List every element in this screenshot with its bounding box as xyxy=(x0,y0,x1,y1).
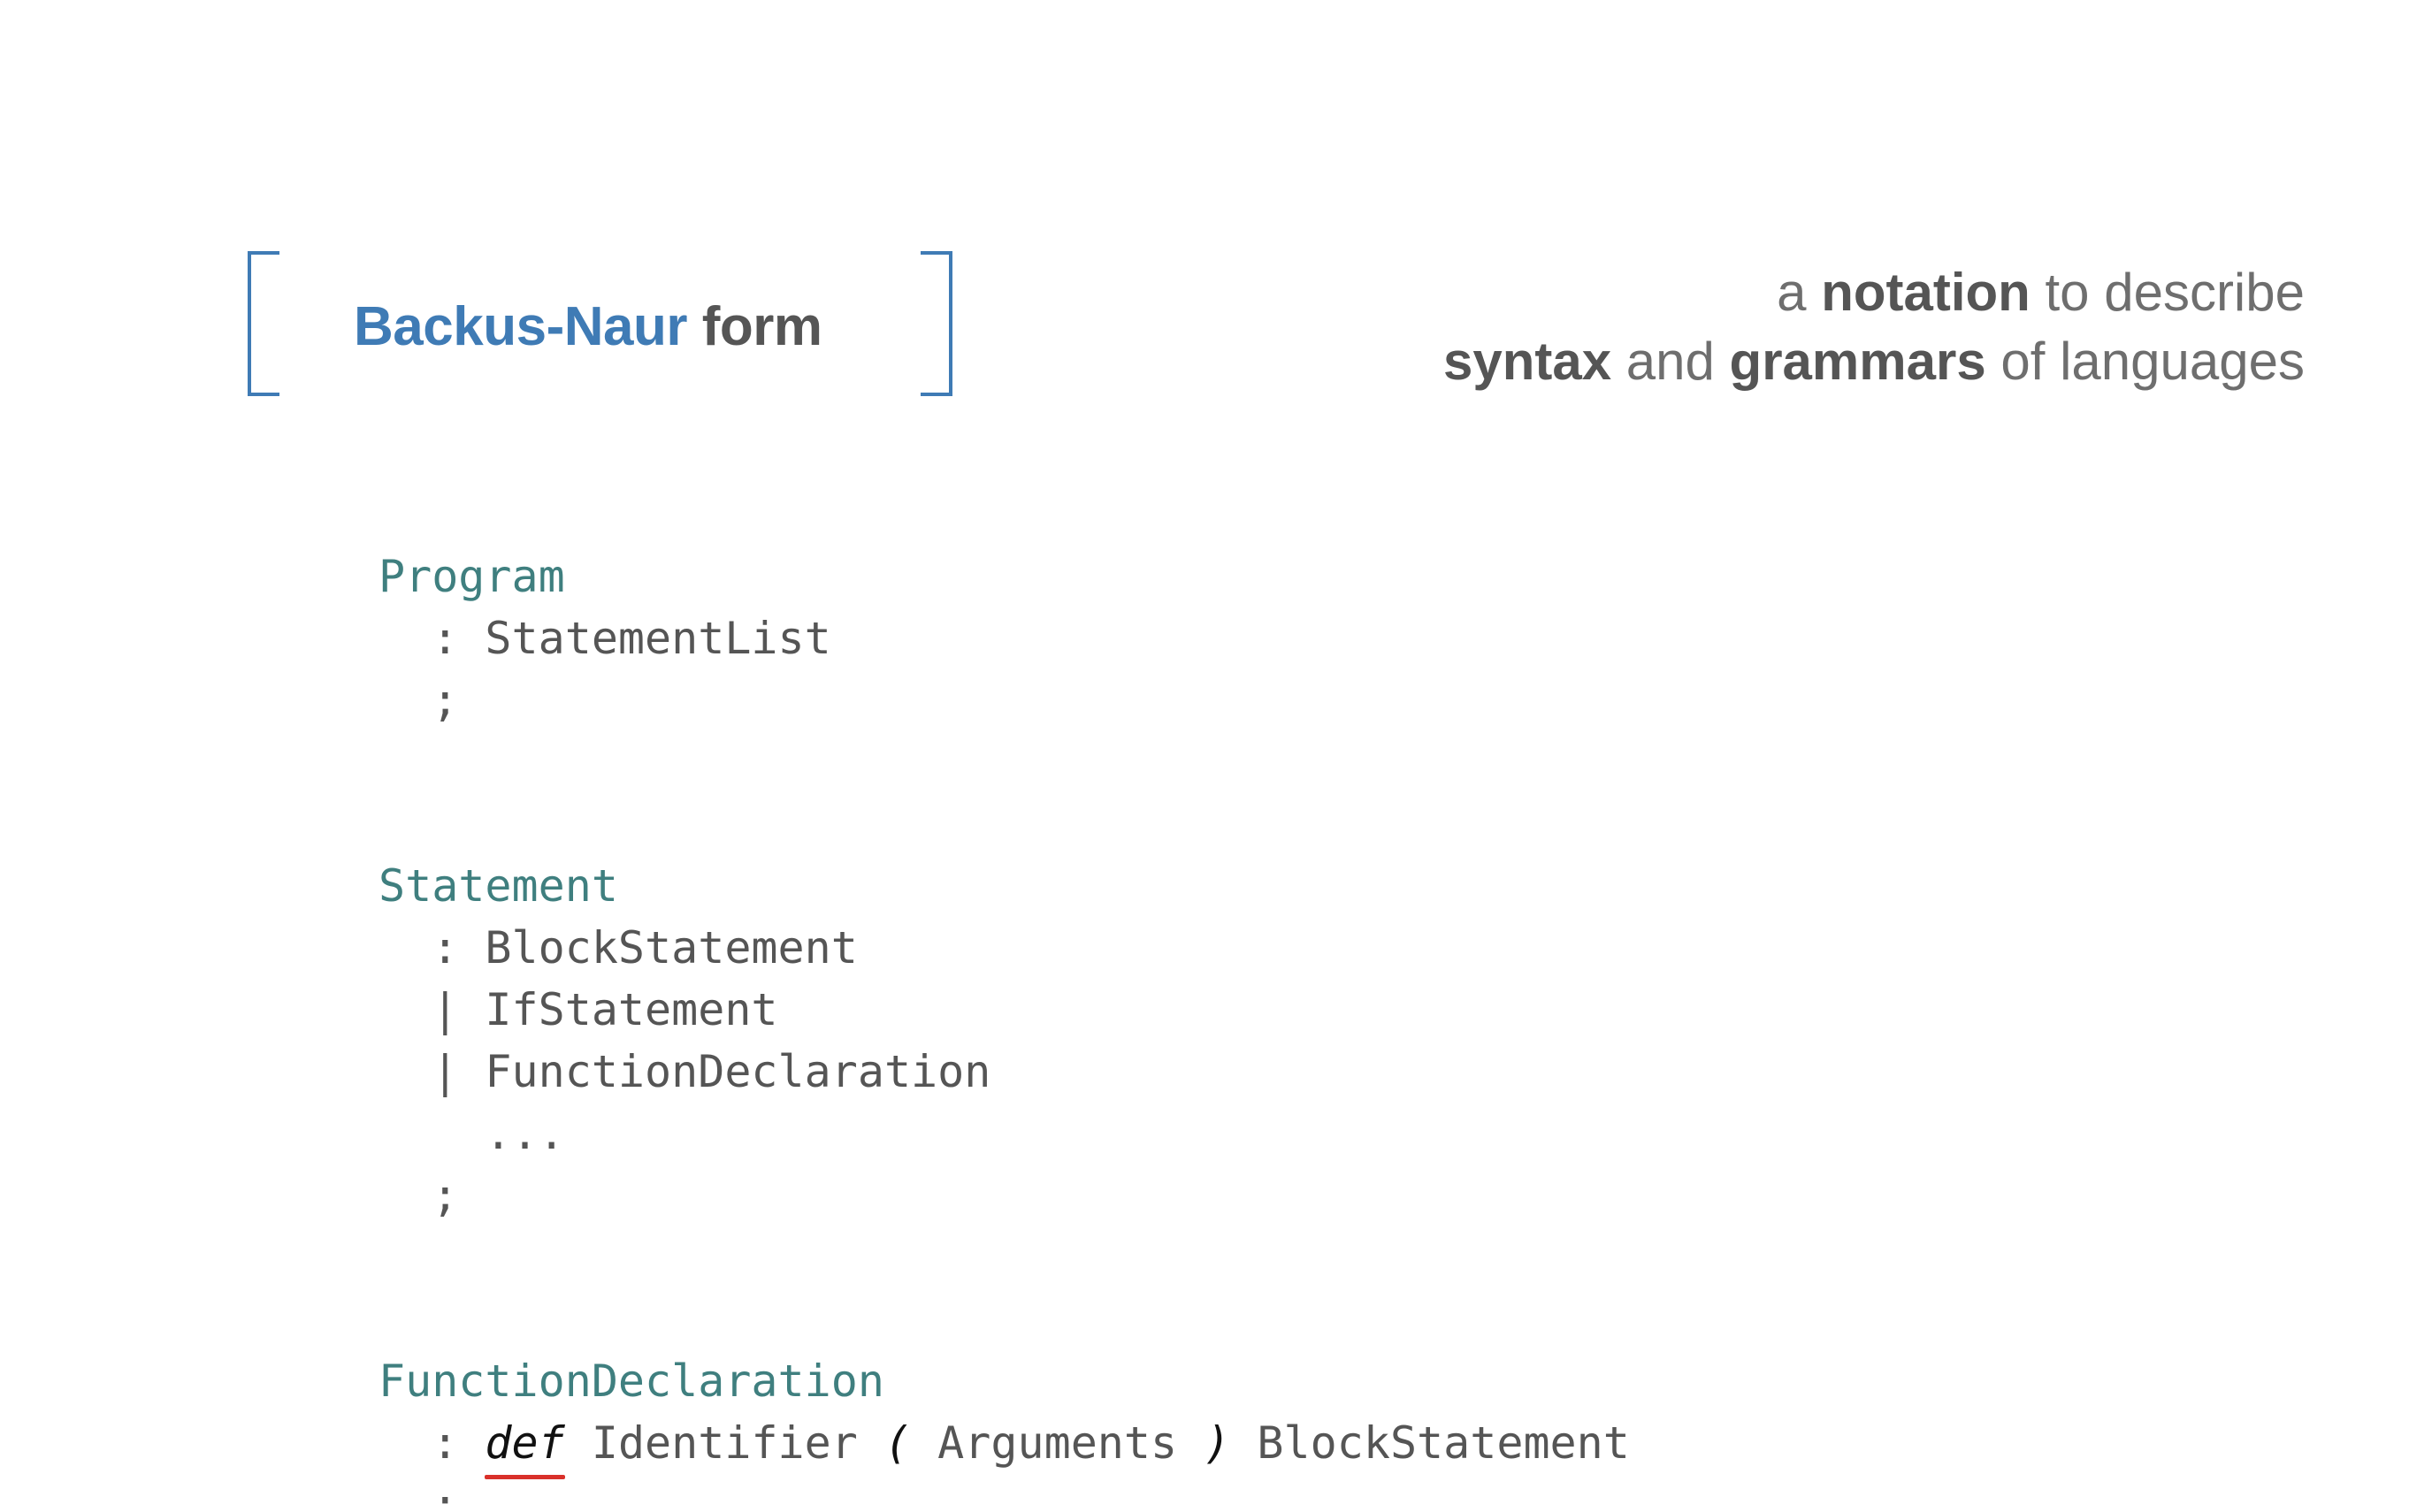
tagline-segment: syntax xyxy=(1442,332,1612,391)
tagline-segment: and xyxy=(1611,332,1730,391)
def-keyword-text: def xyxy=(485,1417,565,1469)
grammar-line: | FunctionDeclaration xyxy=(379,1046,991,1097)
def-keyword: def xyxy=(485,1417,565,1479)
grammar-line: : StatementList xyxy=(379,613,831,664)
grammar-line: ; xyxy=(379,1170,459,1221)
grammar-line: | IfStatement xyxy=(379,984,778,1035)
rule-name-statement: Statement xyxy=(379,860,618,912)
identifier-token: Identifier xyxy=(564,1417,884,1469)
title-accent: Backus-Naur xyxy=(354,296,687,357)
tagline: a notation to describe syntax and gramma… xyxy=(1443,258,2305,396)
tagline-segment: a xyxy=(1777,263,1822,322)
grammar-line: ; xyxy=(379,675,459,726)
function-declaration-production: : def Identifier ( Arguments ) BlockStat… xyxy=(379,1412,1630,1479)
rule-name-function-declaration: FunctionDeclaration xyxy=(379,1355,884,1407)
grammar-block: Program : StatementList ; Statement : Bl… xyxy=(379,546,1630,1512)
grammar-line: ; xyxy=(379,1479,459,1512)
close-paren: ) xyxy=(1204,1417,1231,1469)
page-title: Backus-Naur form xyxy=(354,295,822,359)
tagline-segment: grammars xyxy=(1729,332,1986,391)
tagline-segment: notation xyxy=(1821,263,2030,322)
keyword-underline xyxy=(485,1475,565,1479)
block-statement-token: BlockStatement xyxy=(1230,1417,1630,1469)
production-prefix: : xyxy=(379,1417,486,1469)
open-paren: ( xyxy=(883,1417,912,1469)
tagline-segment: of languages xyxy=(1985,332,2305,391)
right-bracket xyxy=(921,251,952,396)
grammar-line: ... xyxy=(379,1108,565,1159)
grammar-line: : BlockStatement xyxy=(379,922,858,974)
title-rest: form xyxy=(686,296,822,357)
tagline-line-1: a notation to describe xyxy=(1443,258,2305,327)
tagline-segment: to describe xyxy=(2030,263,2305,322)
left-bracket xyxy=(248,251,279,396)
tagline-line-2: syntax and grammars of languages xyxy=(1443,327,2305,396)
arguments-token: Arguments xyxy=(911,1417,1204,1469)
rule-name-program: Program xyxy=(379,551,565,602)
